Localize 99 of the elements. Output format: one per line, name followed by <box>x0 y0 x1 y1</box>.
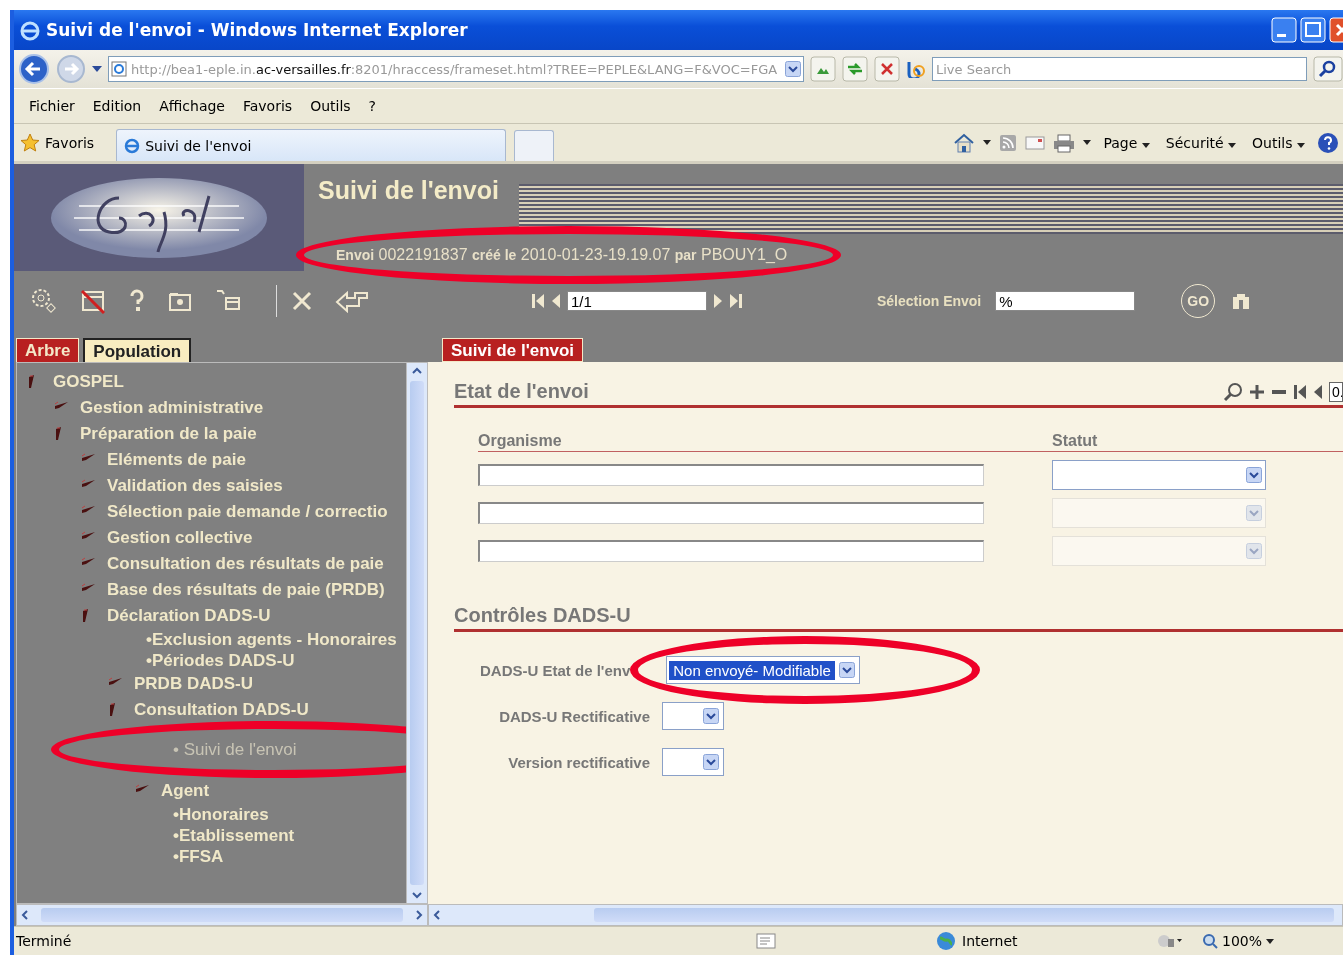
column-header: Organisme <box>478 432 1052 452</box>
first-page-icon[interactable] <box>531 292 545 310</box>
minimize-icon[interactable] <box>1271 17 1297 43</box>
star-icon <box>20 132 40 153</box>
tree-item[interactable]: Déclaration DADS-U <box>107 606 271 626</box>
scrollbar-thumb[interactable] <box>410 381 424 885</box>
tree-item[interactable]: •Périodes DADS-U <box>146 650 295 671</box>
help-icon[interactable] <box>128 289 146 313</box>
window-title: Suivi de l'envoi - Windows Internet Explorer <box>46 20 469 40</box>
menu-item[interactable]: ? <box>359 96 386 116</box>
tree-item[interactable]: Sélection paie demande / correctio <box>107 502 388 522</box>
tree-item[interactable]: Base des résultats de paie (PRDB) <box>107 580 385 600</box>
browser-logo-icon <box>18 19 40 41</box>
section-title: Contrôles DADS-U <box>454 604 632 627</box>
tree-item[interactable]: Consultation DADS-U <box>134 700 309 720</box>
tree-item[interactable]: Validation des saisies <box>107 476 283 496</box>
browser-tab[interactable]: Suivi de l'envoi <box>116 129 507 161</box>
back-icon[interactable] <box>18 53 50 85</box>
caret-icon <box>1141 142 1150 148</box>
organisme-field[interactable] <box>478 502 984 524</box>
command-menu[interactable]: Outils <box>1248 134 1309 151</box>
scrollbar-thumb[interactable] <box>594 908 1334 922</box>
status-dropdown[interactable] <box>1052 460 1266 490</box>
home-icon[interactable] <box>953 132 976 153</box>
search-field[interactable]: Live Search <box>932 57 1307 81</box>
previous-page-icon[interactable] <box>551 292 561 310</box>
first-page-icon[interactable] <box>1293 382 1307 401</box>
mail-icon[interactable] <box>1025 135 1046 150</box>
section-title: Etat de l'envoi <box>454 380 590 403</box>
feed-icon[interactable] <box>999 133 1018 152</box>
caret-icon[interactable] <box>1083 140 1092 145</box>
dropdown[interactable] <box>662 748 724 776</box>
content-tab[interactable]: Suivi de l'envoi <box>442 338 584 362</box>
caret-icon <box>1297 142 1305 148</box>
globe-icon <box>936 931 956 951</box>
close-icon[interactable] <box>291 290 313 312</box>
tree-item[interactable]: Préparation de la paie <box>80 424 257 444</box>
tree-item[interactable]: •Honoraires <box>173 804 269 825</box>
zoom-icon <box>1202 933 1218 949</box>
address-field[interactable]: http://bea1-eple.in.ac-versailles.fr:8201/hraccess/frameset.html?TREE=PEPLE&LANG=F&VOC=FGA <box>108 56 804 82</box>
tree-item[interactable]: PRDB DADS-U <box>134 674 253 694</box>
zoom-icon[interactable] <box>1223 381 1243 402</box>
command-menu[interactable]: Sécurité <box>1161 134 1241 151</box>
stop-icon[interactable] <box>874 56 900 82</box>
caret-icon[interactable] <box>92 66 102 72</box>
organisme-field[interactable] <box>478 540 984 562</box>
tree-item[interactable]: •FFSA <box>173 846 224 867</box>
selection-field[interactable]: % <box>995 291 1136 311</box>
tree-item[interactable]: Gestion administrative <box>80 398 264 418</box>
print-icon[interactable] <box>1053 132 1076 153</box>
gear-icon[interactable] <box>30 287 58 315</box>
status-text: Terminé <box>15 933 73 949</box>
crossed-window-icon[interactable] <box>80 288 106 314</box>
page-icon <box>111 61 127 77</box>
tree-item[interactable]: Gestion collective <box>107 528 253 548</box>
field-label: DADS-U Rectificative <box>499 707 650 725</box>
caret-icon <box>1228 142 1237 148</box>
column-header: Statut <box>1052 432 1343 452</box>
tree-item[interactable]: GOSPEL <box>53 372 124 392</box>
menu-item[interactable]: Outils <box>301 96 360 116</box>
tree-item[interactable]: Consultation des résultats de paie <box>107 554 384 574</box>
scrollbar-thumb[interactable] <box>41 908 403 922</box>
tree-item[interactable]: •Exclusion agents - Honoraires <box>146 629 397 650</box>
caret-icon <box>1266 938 1275 944</box>
add-icon[interactable] <box>1249 383 1265 400</box>
field-label: DADS-U Etat de l'env <box>480 661 631 679</box>
dropdown[interactable] <box>662 702 724 730</box>
return-icon[interactable] <box>335 289 371 313</box>
tree-tab[interactable]: Arbre <box>16 338 80 362</box>
refresh-icon[interactable] <box>842 56 868 82</box>
dropdown[interactable]: Non envoyé- Modifiable <box>666 656 860 684</box>
maximize-icon[interactable] <box>1300 17 1326 43</box>
page-title: Suivi de l'envoi <box>318 176 499 206</box>
tree-item[interactable]: •Etablissement <box>173 825 295 846</box>
tree-item[interactable]: Eléments de paie <box>107 450 246 470</box>
browser-logo-icon <box>123 136 142 155</box>
search-icon[interactable] <box>1313 56 1343 82</box>
command-menu[interactable]: Page <box>1099 134 1154 151</box>
menu-item[interactable]: Favoris <box>234 96 302 116</box>
help-icon[interactable] <box>1317 131 1339 154</box>
menu-item[interactable]: Fichier <box>20 96 84 116</box>
menu-item[interactable]: Affichage <box>150 96 234 116</box>
caret-icon[interactable] <box>983 140 992 145</box>
zoom-button[interactable]: 100% <box>1202 933 1275 949</box>
favorites-button[interactable]: Favoris <box>20 132 109 153</box>
record-field[interactable]: 0. <box>1329 381 1343 402</box>
folder-icon[interactable] <box>168 290 192 312</box>
menu-item[interactable]: Edition <box>83 96 151 116</box>
search-engine-logo-icon <box>906 60 928 78</box>
last-page-icon[interactable] <box>729 292 743 310</box>
tree-tab[interactable]: Population <box>83 338 192 362</box>
field-label: Sélection Envoi <box>877 293 982 309</box>
next-page-icon[interactable] <box>713 292 723 310</box>
organisme-field[interactable] <box>478 464 984 486</box>
field-label: Version rectificative <box>508 753 650 771</box>
previous-page-icon[interactable] <box>1313 382 1323 401</box>
page-field[interactable]: 1/1 <box>567 291 707 311</box>
tree-item[interactable]: Agent <box>161 781 210 801</box>
security-zone: Internet <box>962 933 1018 949</box>
